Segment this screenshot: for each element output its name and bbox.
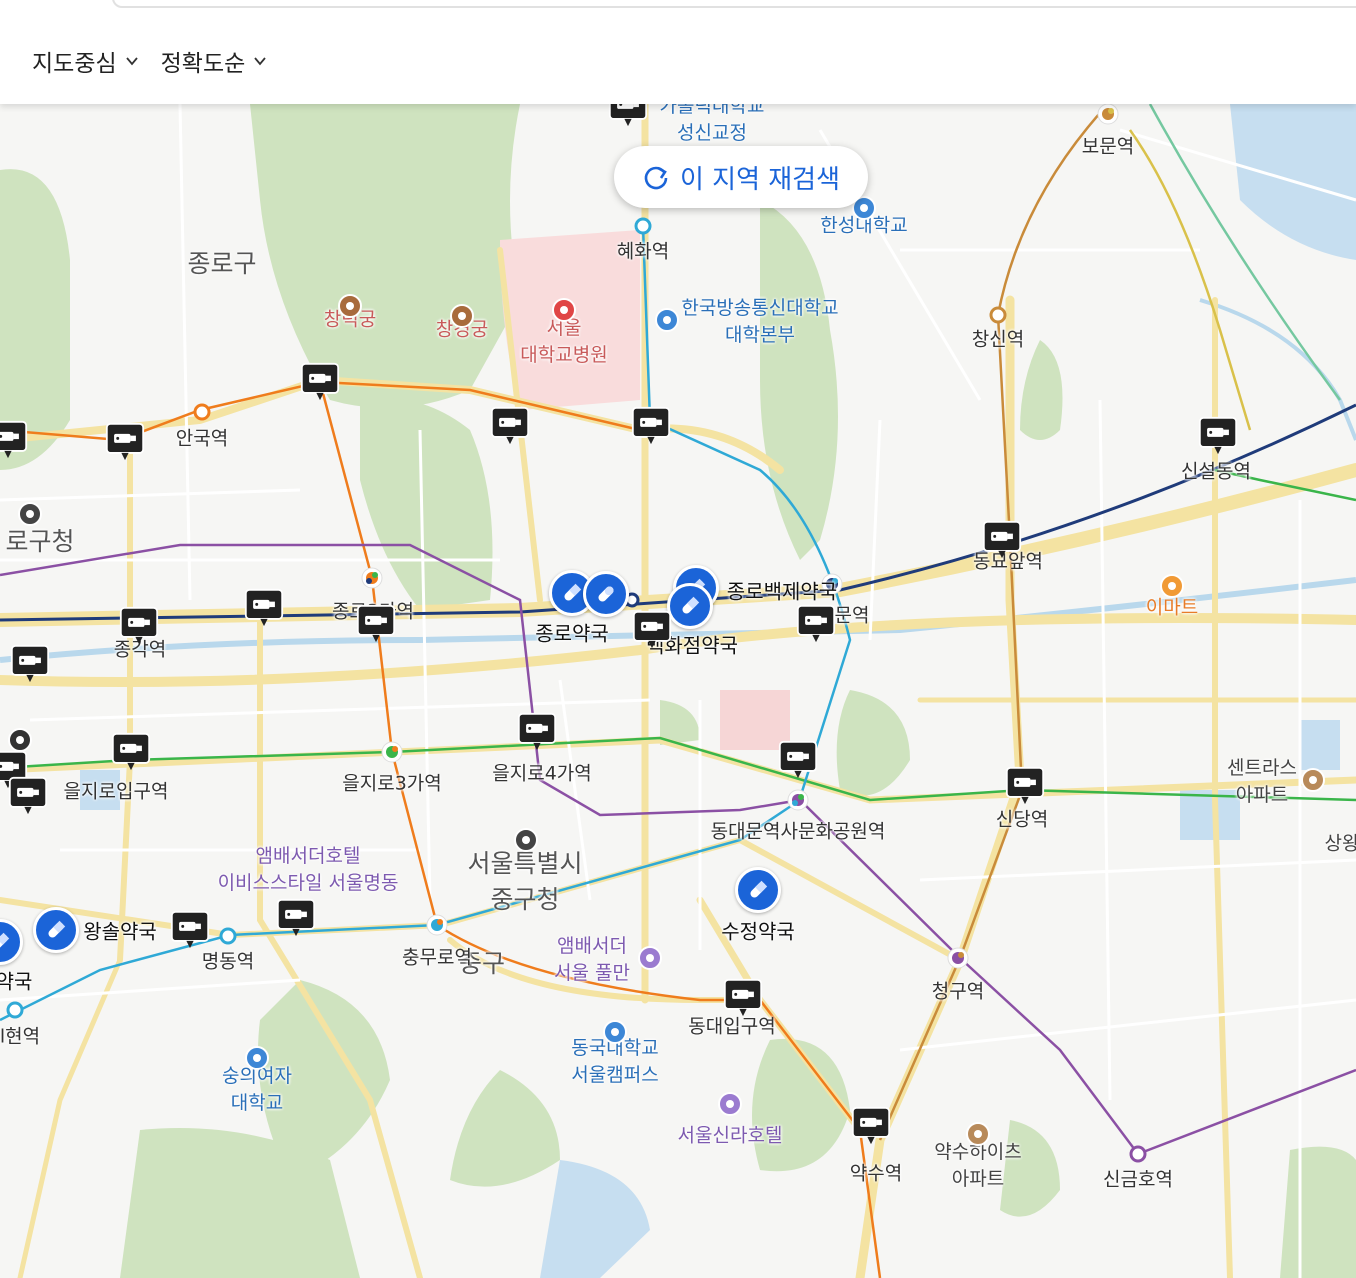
search-input[interactable] — [112, 0, 1356, 8]
place-label-university: 가톨릭대학교 성신교정 — [659, 104, 765, 144]
university-icon[interactable] — [654, 307, 680, 333]
cctv-marker[interactable] — [776, 740, 820, 780]
chevron-down-icon — [125, 57, 138, 66]
station-label: 을지로3가역 — [342, 772, 442, 795]
university-icon[interactable] — [602, 1019, 628, 1045]
park-areas — [0, 104, 1356, 1278]
map-base-layer — [0, 104, 1356, 1278]
sort-filters: 지도중심 정확도순 — [32, 44, 267, 78]
pill-icon — [48, 920, 66, 938]
research-area-label: 이 지역 재검색 — [679, 164, 841, 195]
station-label: 안국역 — [175, 427, 229, 450]
pill-icon — [564, 583, 582, 601]
cctv-marker[interactable] — [515, 712, 559, 752]
place-label-government: 서울특별시 중구청 — [467, 849, 583, 914]
place-label-hotel: 앰배서더호텔 이비스스타일 서울명동 — [217, 845, 399, 894]
cctv-marker[interactable] — [849, 1106, 893, 1146]
cctv-marker[interactable] — [488, 406, 532, 446]
hospital-icon[interactable] — [551, 297, 577, 323]
station-label: 문역 — [834, 604, 870, 627]
pharmacy-label: 약국 — [0, 969, 33, 994]
cctv-marker[interactable] — [242, 588, 286, 628]
pharmacy-label: 종로백제약국 — [726, 579, 838, 604]
place-label-apartment: 센트라스 아파트 — [1227, 757, 1297, 806]
sort-center-label: 지도중심 — [32, 51, 117, 77]
chevron-down-icon — [254, 57, 266, 66]
government-icon[interactable] — [17, 501, 43, 527]
district-label: 종로구 — [187, 249, 257, 278]
place-label-hotel: 서울신라호텔 — [677, 1124, 783, 1147]
government-icon[interactable] — [513, 827, 539, 853]
palace-icon[interactable] — [449, 303, 475, 329]
research-area-button[interactable]: 이 지역 재검색 — [614, 146, 868, 208]
cctv-marker[interactable] — [1196, 416, 1240, 456]
hotel-icon[interactable] — [717, 1091, 743, 1117]
cctv-marker[interactable] — [721, 978, 765, 1018]
sort-accuracy-dropdown[interactable]: 정확도순 — [161, 44, 268, 78]
mart-icon[interactable] — [1159, 573, 1185, 599]
pill-icon — [750, 880, 768, 898]
cctv-marker[interactable] — [606, 104, 650, 128]
major-roads — [0, 104, 1356, 1278]
filter-bar: 지도중심 정확도순 — [0, 0, 1356, 104]
cctv-marker[interactable] — [354, 604, 398, 644]
refresh-icon — [644, 166, 668, 190]
water-areas — [80, 104, 1356, 1278]
station-label: 창신역 — [971, 328, 1025, 351]
place-label-government: 로구청 — [5, 527, 75, 556]
cctv-marker[interactable] — [274, 898, 318, 938]
cctv-marker[interactable] — [980, 520, 1024, 560]
station-label: 충무로역 — [402, 946, 472, 969]
station-label: l현역 — [0, 1025, 41, 1048]
cctv-marker[interactable] — [6, 776, 50, 816]
apartment-icon[interactable] — [965, 1121, 991, 1147]
university-icon[interactable] — [244, 1045, 270, 1071]
cctv-marker[interactable] — [0, 420, 30, 460]
subway-lines — [0, 104, 1356, 1278]
cctv-marker[interactable] — [109, 732, 153, 772]
station-label: 약수역 — [849, 1162, 903, 1185]
cctv-marker[interactable] — [168, 910, 212, 950]
pharmacy-marker[interactable] — [33, 907, 79, 953]
sort-center-dropdown[interactable]: 지도중심 — [32, 44, 139, 78]
station-label: 보문역 — [1081, 135, 1135, 158]
station-label: 신설동역 — [1181, 460, 1251, 483]
pharmacy-label: 수정약국 — [721, 919, 795, 944]
cctv-marker[interactable] — [298, 362, 342, 402]
station-label: 을지로4가역 — [492, 762, 592, 785]
pharmacy-marker[interactable] — [735, 867, 781, 913]
minor-roads — [0, 104, 1356, 1278]
map-canvas[interactable]: 이 지역 재검색 종로구 중구 창덕궁 창경궁 서울 대학교병원 한성대학교 한국방송통신대학… — [0, 104, 1356, 1278]
pill-icon — [598, 586, 614, 602]
station-label: 명동역 — [201, 950, 255, 973]
cctv-marker[interactable] — [103, 422, 147, 462]
cctv-marker[interactable] — [117, 606, 161, 646]
sort-accuracy-label: 정확도순 — [160, 51, 246, 77]
cctv-marker[interactable] — [1003, 766, 1047, 806]
station-label: 동대문역사문화공원역 — [710, 820, 886, 843]
pharmacy-label: 왕솔약국 — [83, 919, 157, 944]
station-label: 청구역 — [931, 980, 985, 1003]
place-label-university: 한국방송통신대학교 대학본부 — [681, 297, 839, 346]
place-label-edge: 상왕 — [1324, 832, 1356, 855]
cctv-marker[interactable] — [629, 406, 673, 446]
station-label: 신당역 — [995, 808, 1049, 831]
station-label: 혜화역 — [616, 240, 670, 263]
pharmacy-label: 종로약국 — [535, 621, 609, 646]
hotel-icon[interactable] — [637, 945, 663, 971]
pill-icon — [682, 596, 700, 614]
apartment-icon[interactable] — [1300, 767, 1326, 793]
place-label-hotel: 앰배서더 서울 풀만 — [554, 935, 630, 984]
cctv-marker[interactable] — [794, 604, 838, 644]
cctv-marker[interactable] — [8, 644, 52, 684]
cctv-marker[interactable] — [630, 610, 674, 650]
station-label: 을지로입구역 — [63, 780, 169, 803]
palace-icon[interactable] — [337, 293, 363, 319]
pharmacy-marker[interactable] — [583, 571, 629, 617]
pill-icon — [0, 932, 10, 950]
station-label: 신금호역 — [1103, 1168, 1173, 1191]
